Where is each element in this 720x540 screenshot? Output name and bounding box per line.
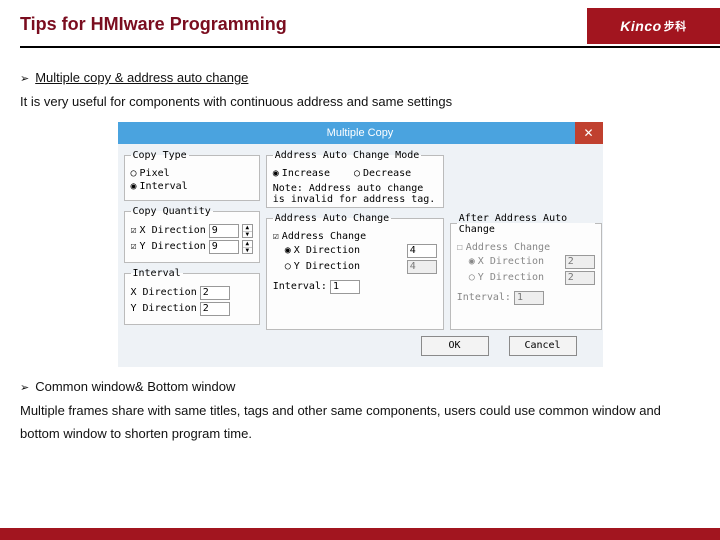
brand-cn: 步科 [664,18,687,34]
radio-ac-y[interactable] [285,261,291,272]
qty-y-spin[interactable]: ▲▼ [242,240,253,254]
chk-qty-y[interactable] [131,241,137,252]
radio-ac-x[interactable] [285,245,291,256]
legend-interval: Interval [131,268,183,279]
after-interval-input [514,291,544,305]
dialog-titlebar: Multiple Copy ✕ [118,122,603,144]
radio-after-x [469,256,475,267]
group-auto-change: Address Auto Change Address Change X Dir… [266,213,444,330]
bullet-icon: ➢ [20,72,29,85]
legend-mode: Address Auto Change Mode [273,150,422,161]
header-rule [20,46,720,48]
qty-x-spin[interactable]: ▲▼ [242,224,253,238]
group-copy-quantity: Copy Quantity X Direction ▲▼ Y Direction… [124,206,260,263]
ok-button[interactable]: OK [421,336,489,356]
multiple-copy-dialog: Multiple Copy ✕ Copy Type Pixel Interval… [118,122,603,367]
group-after: After Address Auto Change Address Change… [450,213,602,330]
chk-qty-x[interactable] [131,225,137,236]
legend-after: After Address Auto Change [457,213,595,235]
interval-x-input[interactable] [200,286,230,300]
footer-bar [0,528,720,540]
bullet-icon: ➢ [20,381,29,394]
ac-interval-input[interactable] [330,280,360,294]
slide-header: Tips for HMIware Programming Kinco 步科 [0,0,720,56]
legend-copy-type: Copy Type [131,150,189,161]
radio-pixel[interactable] [131,168,137,179]
group-interval: Interval X Direction Y Direction [124,268,260,325]
bullet-common-window: ➢ Common window& Bottom window [20,379,700,394]
close-icon: ✕ [583,126,593,140]
close-button[interactable]: ✕ [575,122,603,144]
legend-auto-change: Address Auto Change [273,213,391,224]
radio-increase[interactable] [273,168,279,179]
bullet-text: Multiple copy & address auto change [35,70,248,85]
section1-desc: It is very useful for components with co… [20,91,700,114]
bullet-text-2: Common window& Bottom window [35,379,235,394]
dialog-title: Multiple Copy [327,127,394,139]
chk-address-change[interactable] [273,231,279,242]
bullet-multiple-copy: ➢ Multiple copy & address auto change [20,70,700,85]
group-copy-type: Copy Type Pixel Interval [124,150,260,201]
radio-decrease[interactable] [354,168,360,179]
brand-en: Kinco [620,18,661,34]
interval-y-input[interactable] [200,302,230,316]
legend-copy-qty: Copy Quantity [131,206,213,217]
ac-y-input [407,260,437,274]
cancel-button[interactable]: Cancel [509,336,577,356]
brand-badge: Kinco 步科 [587,8,720,44]
chk-after-address[interactable] [457,242,463,253]
radio-after-y [469,272,475,283]
qty-x-input[interactable] [209,224,239,238]
radio-interval[interactable] [131,181,137,192]
group-mode: Address Auto Change Mode Increase Decrea… [266,150,444,208]
ac-x-input[interactable] [407,244,437,258]
qty-y-input[interactable] [209,240,239,254]
mode-note: Note: Address auto change is invalid for… [273,183,437,205]
after-y-input [565,271,595,285]
section2-desc: Multiple frames share with same titles, … [20,400,700,446]
after-x-input [565,255,595,269]
